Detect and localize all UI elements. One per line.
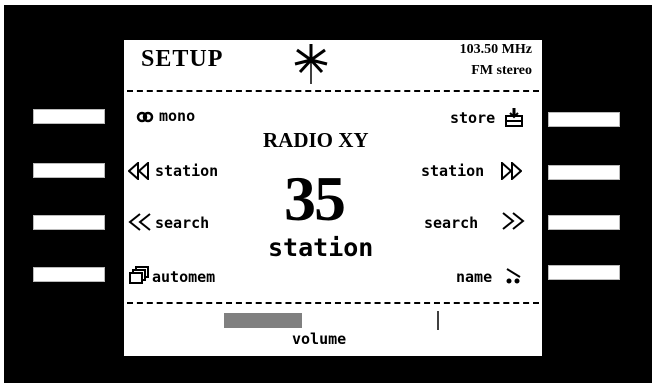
name-icon — [506, 268, 521, 284]
station-caption: station — [268, 233, 374, 262]
softkey-right-3[interactable] — [548, 215, 620, 230]
softkey-left-1[interactable] — [33, 109, 105, 124]
volume-label: volume — [292, 330, 347, 348]
frequency-readout: 103.50 MHz — [459, 42, 532, 57]
softkey-right-2[interactable] — [548, 165, 620, 180]
station-number: 35 — [284, 163, 346, 234]
mono-icon — [136, 111, 154, 123]
station-name: RADIO XY — [263, 128, 369, 152]
chevron-double-left-icon — [128, 213, 151, 231]
softkey-right-1[interactable] — [548, 112, 620, 127]
memory-stack-icon — [129, 266, 149, 284]
menu-label-station-next: station — [421, 162, 485, 180]
softkey-left-2[interactable] — [33, 163, 105, 178]
bottom-divider — [127, 302, 539, 304]
audio-mode-readout: FM stereo — [471, 63, 532, 78]
top-divider — [127, 90, 539, 92]
menu-label-search-prev: search — [155, 214, 210, 232]
softkey-left-4[interactable] — [33, 267, 105, 282]
setup-title: SETUP — [141, 46, 224, 72]
menu-label-name: name — [456, 268, 493, 286]
menu-label-store: store — [450, 109, 496, 127]
menu-label-station-prev: station — [155, 162, 219, 180]
antenna-signal-icon — [294, 44, 328, 84]
chevron-double-right-icon — [502, 212, 525, 230]
menu-label-automem: automem — [152, 268, 216, 286]
menu-label-mono: mono — [159, 107, 196, 125]
radio-display: SETUP 103.50 MHz FM stereo RADIO XY 35 s… — [124, 40, 542, 356]
softkey-left-3[interactable] — [33, 215, 105, 230]
softkey-right-4[interactable] — [548, 265, 620, 280]
menu-label-search-next: search — [424, 214, 479, 232]
double-arrow-right-icon — [501, 162, 522, 180]
store-icon — [505, 108, 523, 127]
double-arrow-left-icon — [128, 162, 149, 180]
